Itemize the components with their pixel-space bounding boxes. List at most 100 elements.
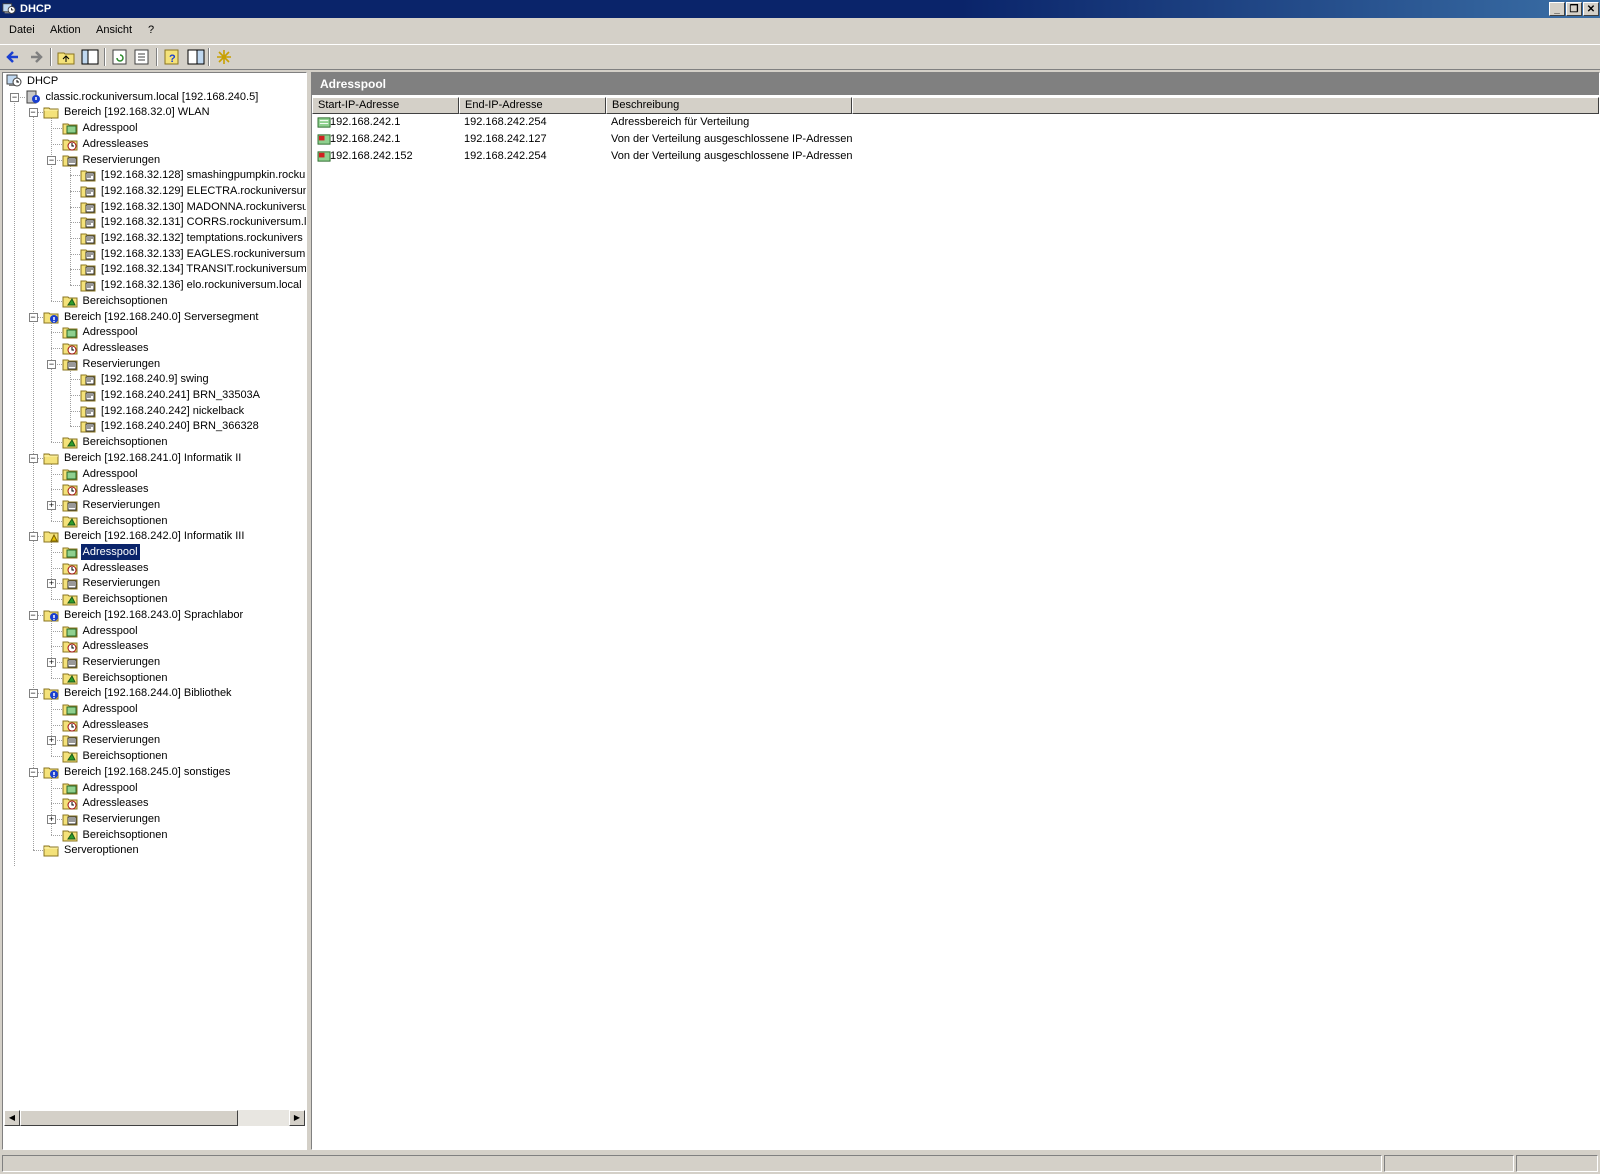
opts-icon [62,828,78,842]
tree-label: [192.168.240.242] nickelback [101,404,245,417]
collapse-toggle[interactable]: − [28,689,38,699]
expand-toggle[interactable]: + [47,736,56,746]
tree-label: Bereichsoptionen [82,294,168,307]
tree-label: Serveroptionen [64,844,139,857]
start-ip: 192.168.242.1 [330,133,401,145]
tree-connector [69,238,80,239]
column-header-end-ip[interactable]: End-IP-Adresse [459,97,606,114]
expand-toggle[interactable]: + [47,657,56,667]
start-ip: 192.168.242.152 [330,150,413,162]
collapse-toggle[interactable]: − [28,453,38,463]
up-level-icon[interactable] [56,48,76,66]
new-star-icon[interactable] [214,48,234,66]
menu-ansicht[interactable]: Ansicht [96,24,132,36]
scroll-thumb[interactable] [20,1110,238,1126]
resitem-icon [80,419,96,433]
leases-icon [62,341,78,355]
horizontal-scrollbar[interactable]: ◀ ▶ [4,1110,305,1126]
tree-connector [69,285,80,287]
collapse-toggle[interactable]: − [28,532,38,542]
resitem-icon [80,215,96,229]
back-arrow-icon[interactable] [4,48,24,66]
tree-label: Reservierungen [82,577,161,590]
tree-label: Adresspool [82,703,138,715]
collapse-toggle[interactable]: − [47,155,56,165]
column-header-start-ip[interactable]: Start-IP-Adresse [312,97,459,114]
tree-label: [192.168.32.131] CORRS.rockuniversum.lc [101,216,306,229]
tree-connector [51,724,62,726]
tree-label: Adresspool [82,781,138,794]
tree-pane[interactable]: DHCP − classic.rockuniversum.local [192.16… [2,72,307,1150]
tree-label: [192.168.240.241] BRN_33503A [101,389,261,401]
properties-icon[interactable] [186,48,206,66]
tree-connector [32,850,43,852]
pool-icon [62,702,78,716]
column-header-empty [852,97,1599,114]
tree-connector [51,646,62,648]
console-tree: DHCP − classic.rockuniversum.local [192.16… [3,73,306,1133]
collapse-toggle[interactable]: − [28,312,38,322]
window-title: DHCP [20,3,52,15]
tree-label: Bereich [192.168.244.0] Bibliothek [64,687,232,700]
res-icon [62,357,78,371]
description: Von der Verteilung ausgeschlossene IP-Ad… [611,133,853,145]
tree-label: Adresspool [79,543,141,561]
menu-help[interactable]: ? [148,24,154,36]
restore-button[interactable]: ❐ [1566,2,1582,16]
show-hide-tree-icon[interactable] [80,48,100,66]
opts-icon [62,435,78,449]
title-bar: DHCP _ ❐ ✕ [0,0,1600,18]
tree-connector [51,143,62,145]
tree-connector [51,489,62,491]
help-icon[interactable]: ? [162,48,182,66]
expand-toggle[interactable]: + [47,814,56,824]
menu-aktion[interactable]: Aktion [50,24,81,36]
toolbar-separator [208,48,210,66]
expand-toggle[interactable]: + [47,579,56,589]
scroll-right-button[interactable]: ▶ [289,1110,305,1126]
collapse-toggle[interactable]: − [47,359,56,369]
collapse-toggle[interactable]: − [10,92,19,102]
status-panel-2 [1384,1155,1514,1172]
scroll-left-button[interactable]: ◀ [4,1110,20,1126]
pool-icon [62,467,78,481]
column-header-description[interactable]: Beschreibung [606,97,852,114]
description: Von der Verteilung ausgeschlossene IP-Ad… [611,150,853,162]
tree-label: Adressleases [82,718,149,731]
tree-connector [69,253,80,255]
resitem-icon [80,184,96,198]
res-icon [62,498,78,512]
tree-connector [69,410,80,412]
tree-connector [51,567,62,569]
export-list-icon[interactable] [132,48,152,66]
collapse-toggle[interactable]: − [28,108,38,118]
forward-arrow-icon[interactable] [26,48,46,66]
list-row[interactable]: 192.168.242.152 192.168.242.254 Von der … [312,148,1212,165]
tree-label: Bereich [192.168.240.0] Serversegment [64,310,259,323]
res-icon [62,576,78,590]
list-row[interactable]: 192.168.242.1 192.168.242.254 Adressbere… [312,114,1212,131]
collapse-toggle[interactable]: − [28,610,38,620]
tree-connector [51,128,62,130]
scope-icon [43,310,59,324]
resitem-icon [80,278,96,292]
close-button[interactable]: ✕ [1583,2,1599,16]
tree-label: Bereich [192.168.243.0] Sprachlabor [64,608,244,621]
res-icon [62,655,78,669]
refresh-icon[interactable] [110,48,130,66]
expand-toggle[interactable]: + [47,500,56,510]
opts-icon [62,514,78,528]
resitem-icon [80,262,96,276]
folder-icon [43,451,59,465]
tree-label: Bereichsoptionen [82,828,168,841]
tree-label: Bereichsoptionen [82,671,168,684]
tree-label: Bereich [192.168.245.0] sonstiges [64,765,231,778]
tree-label: [192.168.32.134] TRANSIT.rockuniversum [101,263,306,276]
list-row[interactable]: 192.168.242.1 192.168.242.127 Von der Ve… [312,131,1212,148]
pool-icon [62,121,78,135]
menu-datei[interactable]: Datei [9,24,35,36]
tree-connector [51,630,62,632]
minimize-button[interactable]: _ [1549,2,1565,16]
collapse-toggle[interactable]: − [28,767,38,777]
tree-connector [51,834,62,836]
